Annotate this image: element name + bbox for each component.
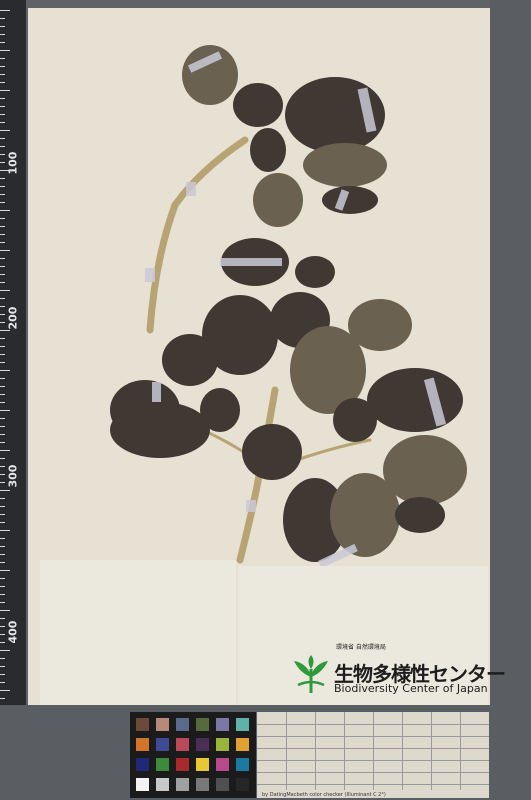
org-subtitle-jp: 環境省 自然環境局	[336, 644, 386, 651]
color-swatch	[156, 778, 169, 791]
mounting-tape	[246, 500, 256, 512]
mounting-tape	[145, 268, 155, 282]
color-swatch	[136, 758, 149, 771]
leaf	[110, 402, 210, 458]
mounting-tape	[186, 182, 196, 196]
color-swatch	[216, 758, 229, 771]
color-swatch	[176, 738, 189, 751]
org-name-en: Biodiversity Center of Japan	[334, 682, 488, 695]
color-swatch	[216, 778, 229, 791]
leaf	[253, 173, 303, 227]
flower-cluster	[200, 388, 240, 432]
leaf	[182, 45, 238, 105]
color-swatch	[236, 778, 249, 791]
color-swatch	[196, 738, 209, 751]
color-swatch	[156, 758, 169, 771]
plant-sprout-logo-icon	[294, 655, 328, 693]
table-grid-line	[257, 760, 489, 761]
color-swatch	[236, 738, 249, 751]
color-swatch	[236, 758, 249, 771]
table-grid-line	[257, 748, 489, 749]
leaf	[367, 368, 463, 432]
color-swatch	[136, 718, 149, 731]
color-swatch	[196, 718, 209, 731]
leaf	[242, 424, 302, 480]
flower-cluster	[333, 398, 377, 442]
color-swatch	[176, 778, 189, 791]
specimen-envelope-left	[40, 560, 236, 710]
leaf	[383, 435, 467, 505]
leaf	[303, 143, 387, 187]
mounting-tape	[152, 382, 161, 402]
leaf	[295, 256, 335, 288]
color-swatch	[136, 778, 149, 791]
table-grid-line	[257, 784, 489, 785]
leaf	[330, 473, 400, 557]
color-swatch	[216, 738, 229, 751]
color-swatch	[156, 718, 169, 731]
color-swatch	[156, 738, 169, 751]
color-card-caption: by DatingMacbeth color checker (Illumina…	[262, 792, 386, 798]
table-grid-line	[257, 772, 489, 773]
color-swatch	[136, 738, 149, 751]
color-swatch	[216, 718, 229, 731]
color-swatch	[176, 758, 189, 771]
color-checker-card	[130, 712, 256, 798]
color-swatch	[196, 778, 209, 791]
color-reference-table	[257, 712, 489, 798]
leaf	[162, 334, 218, 386]
color-swatch	[176, 718, 189, 731]
table-grid-line	[257, 724, 489, 725]
flower-cluster	[250, 128, 286, 172]
color-swatch	[196, 758, 209, 771]
table-grid-line	[257, 736, 489, 737]
color-swatch	[236, 718, 249, 731]
mounting-tape	[220, 258, 282, 266]
leaf	[322, 186, 378, 214]
leaf	[233, 83, 283, 127]
leaf	[395, 497, 445, 533]
